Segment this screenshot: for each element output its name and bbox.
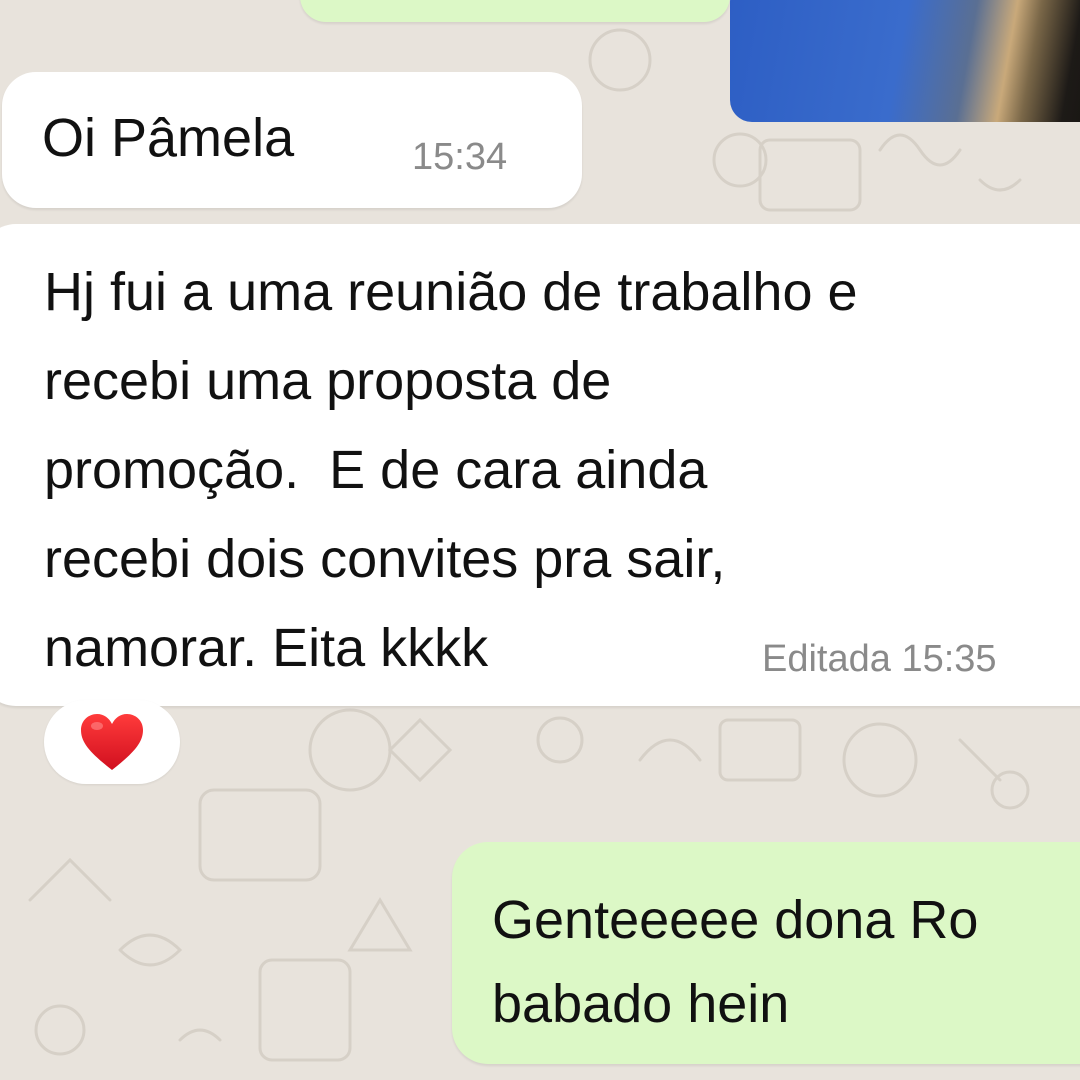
chat-background: Oi Pâmela 15:34 Hj fui a uma reunião de … <box>0 0 1080 1080</box>
outgoing-message-1[interactable]: Genteeeee dona Ro babado hein <box>452 842 1080 1064</box>
message-line: Hj fui a uma reunião de trabalho e <box>44 262 858 322</box>
shared-photo-thumbnail[interactable] <box>730 0 1080 122</box>
edited-label: Editada <box>762 638 891 680</box>
message-meta: Editada 15:35 <box>762 638 997 681</box>
message-line: recebi uma proposta de <box>44 351 612 411</box>
message-text: Genteeeee dona Ro babado hein <box>492 878 1080 1046</box>
message-line: babado hein <box>492 974 790 1034</box>
message-text: Hj fui a uma reunião de trabalho e receb… <box>44 248 1080 693</box>
message-line: Genteeeee dona Ro <box>492 890 979 950</box>
incoming-message-2[interactable]: Hj fui a uma reunião de trabalho e receb… <box>0 224 1080 706</box>
reaction-pill[interactable] <box>44 700 180 784</box>
incoming-message-1[interactable]: Oi Pâmela 15:34 <box>2 72 582 208</box>
message-timestamp: 15:34 <box>412 136 508 178</box>
red-heart-icon <box>81 714 143 770</box>
message-timestamp: 15:35 <box>901 638 997 680</box>
message-line: recebi dois convites pra sair, <box>44 529 726 589</box>
previous-outgoing-bubble[interactable] <box>300 0 730 22</box>
message-line: promoção. E de cara ainda <box>44 440 708 500</box>
